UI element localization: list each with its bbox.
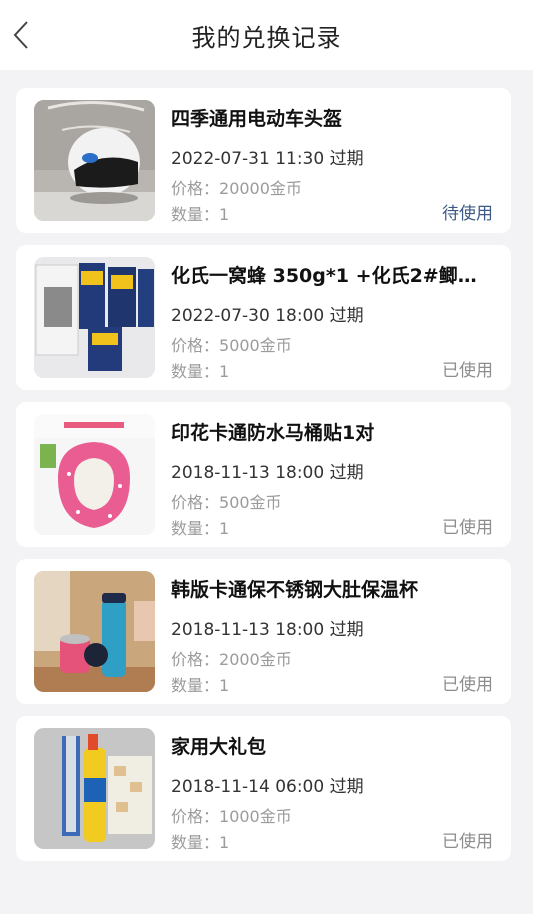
record-card[interactable]: 印花卡通防水马桶贴1对 2018-11-13 18:00 过期 价格：500金币… bbox=[16, 402, 511, 547]
price-text: 价格：500金币 bbox=[171, 489, 282, 513]
quantity-value: 1 bbox=[219, 676, 230, 695]
page-title: 我的兑换记录 bbox=[191, 23, 342, 52]
record-card[interactable]: 四季通用电动车头盔 2022-07-31 11:30 过期 价格：20000金币… bbox=[16, 88, 511, 233]
product-name: 印花卡通防水马桶贴1对 bbox=[171, 422, 375, 444]
quantity-label: 数量： bbox=[171, 676, 220, 695]
redemption-list: 四季通用电动车头盔 2022-07-31 11:30 过期 价格：20000金币… bbox=[16, 88, 511, 873]
price-text: 价格：5000金币 bbox=[171, 332, 292, 356]
expiry-date: 2022-07-31 11:30 过期 bbox=[171, 149, 364, 169]
quantity-value: 1 bbox=[219, 833, 230, 852]
price-text: 价格：1000金币 bbox=[171, 803, 292, 827]
top-bar: 我的兑换记录 bbox=[0, 0, 533, 70]
product-name: 四季通用电动车头盔 bbox=[171, 108, 343, 130]
price-value: 500金币 bbox=[219, 493, 282, 512]
record-card[interactable]: 家用大礼包 2018-11-14 06:00 过期 价格：1000金币 数量：1… bbox=[16, 716, 511, 861]
record-card[interactable]: 化氏一窝蜂 350g*1 +化氏2#鲫鱼饵 2022-07-30 18:00 过… bbox=[16, 245, 511, 390]
product-name: 韩版卡通保不锈钢大肚保温杯 bbox=[171, 579, 419, 601]
status-badge: 已使用 bbox=[442, 675, 493, 695]
product-name: 化氏一窝蜂 350g*1 +化氏2#鲫鱼饵 bbox=[171, 265, 493, 287]
quantity-label: 数量： bbox=[171, 519, 220, 538]
quantity-label: 数量： bbox=[171, 205, 220, 224]
status-badge: 已使用 bbox=[442, 518, 493, 538]
quantity-text: 数量：1 bbox=[171, 201, 229, 225]
product-image-thermos bbox=[34, 571, 155, 692]
quantity-text: 数量：1 bbox=[171, 829, 229, 853]
price-text: 价格：2000金币 bbox=[171, 646, 292, 670]
price-label: 价格： bbox=[171, 493, 220, 512]
back-button[interactable] bbox=[4, 15, 38, 55]
price-label: 价格： bbox=[171, 179, 220, 198]
chevron-left-icon bbox=[13, 21, 28, 49]
expiry-date: 2018-11-14 06:00 过期 bbox=[171, 777, 364, 797]
quantity-label: 数量： bbox=[171, 833, 220, 852]
record-card[interactable]: 韩版卡通保不锈钢大肚保温杯 2018-11-13 18:00 过期 价格：200… bbox=[16, 559, 511, 704]
product-image-toilet-seat bbox=[34, 414, 155, 535]
status-badge: 已使用 bbox=[442, 832, 493, 852]
price-label: 价格： bbox=[171, 336, 220, 355]
status-badge: 待使用 bbox=[442, 204, 493, 224]
product-image-gift-pack bbox=[34, 728, 155, 849]
quantity-text: 数量：1 bbox=[171, 672, 229, 696]
expiry-date: 2018-11-13 18:00 过期 bbox=[171, 620, 364, 640]
status-badge: 已使用 bbox=[442, 361, 493, 381]
product-image-helmet bbox=[34, 100, 155, 221]
product-name: 家用大礼包 bbox=[171, 736, 267, 758]
quantity-value: 1 bbox=[219, 519, 230, 538]
price-value: 20000金币 bbox=[219, 179, 302, 198]
price-value: 5000金币 bbox=[219, 336, 292, 355]
price-label: 价格： bbox=[171, 650, 220, 669]
quantity-value: 1 bbox=[219, 362, 230, 381]
quantity-text: 数量：1 bbox=[171, 515, 229, 539]
expiry-date: 2022-07-30 18:00 过期 bbox=[171, 306, 364, 326]
quantity-label: 数量： bbox=[171, 362, 220, 381]
price-value: 1000金币 bbox=[219, 807, 292, 826]
price-text: 价格：20000金币 bbox=[171, 175, 302, 199]
expiry-date: 2018-11-13 18:00 过期 bbox=[171, 463, 364, 483]
quantity-value: 1 bbox=[219, 205, 230, 224]
product-image-bait bbox=[34, 257, 155, 378]
price-value: 2000金币 bbox=[219, 650, 292, 669]
price-label: 价格： bbox=[171, 807, 220, 826]
quantity-text: 数量：1 bbox=[171, 358, 229, 382]
